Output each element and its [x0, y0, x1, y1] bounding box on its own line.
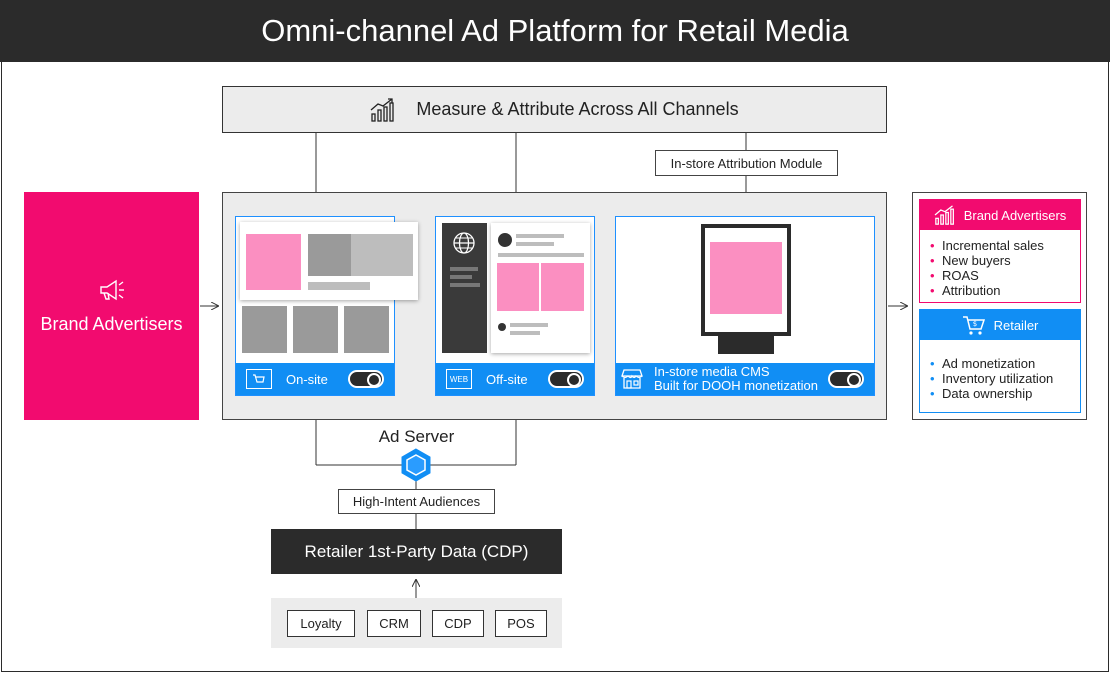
data-sources-box: Loyalty CRM CDP POS	[271, 598, 562, 648]
onsite-product-tile	[293, 306, 338, 353]
storefront-icon	[621, 369, 643, 389]
onsite-bar: On-site	[236, 363, 394, 395]
onsite-banner-ad	[246, 234, 301, 290]
brand-advertisers-label: Brand Advertisers	[40, 313, 183, 334]
source-pos: POS	[495, 610, 547, 637]
avatar	[498, 233, 512, 247]
list-item: Attribution	[930, 283, 1080, 298]
offsite-toggle[interactable]	[548, 370, 584, 388]
list-item: New buyers	[930, 253, 1080, 268]
onsite-image-block	[351, 234, 413, 276]
dooh-screen	[701, 224, 791, 336]
shopping-cart-window-icon	[246, 369, 272, 389]
offsite-ad-creative	[541, 263, 584, 311]
source-label: CRM	[379, 616, 409, 631]
onsite-product-tile	[242, 306, 287, 353]
instore-label-group: In-store media CMS Built for DOOH moneti…	[654, 365, 818, 393]
onsite-text-line	[308, 282, 370, 290]
cdp-label: Retailer 1st-Party Data (CDP)	[304, 541, 529, 561]
onsite-label: On-site	[286, 371, 328, 387]
instore-label: In-store media CMS	[654, 364, 770, 379]
source-cdp: CDP	[432, 610, 484, 637]
source-label: POS	[507, 616, 535, 631]
source-label: CDP	[444, 616, 472, 631]
high-intent-label: High-Intent Audiences	[352, 494, 481, 509]
offsite-bar: WEB Off-site	[436, 363, 594, 395]
brand-benefits-title: Brand Advertisers	[963, 207, 1067, 223]
ad-server-label: Ad Server	[350, 427, 483, 447]
instore-toggle[interactable]	[828, 370, 864, 388]
offsite-web-card	[491, 223, 590, 353]
source-crm: CRM	[367, 610, 421, 637]
brand-benefits-header: Brand Advertisers	[920, 200, 1080, 230]
offsite-sidebar	[442, 223, 487, 353]
instore-bar: In-store media CMS Built for DOOH moneti…	[616, 363, 874, 395]
offsite-panel: WEB Off-site	[435, 216, 595, 396]
instore-panel: In-store media CMS Built for DOOH moneti…	[615, 216, 875, 396]
retailer-benefits-header: $ Retailer	[920, 310, 1080, 340]
retailer-benefits-card: $ Retailer Ad monetization Inventory uti…	[919, 309, 1081, 413]
brand-advertisers-block: Brand Advertisers	[24, 192, 199, 420]
retailer-benefits-list: Ad monetization Inventory utilization Da…	[920, 340, 1080, 401]
shopping-cart-icon: $	[962, 316, 985, 335]
retailer-benefits-title: Retailer	[993, 317, 1039, 333]
ad-server-text: Ad Server	[378, 427, 455, 446]
brand-benefits-list: Incremental sales New buyers ROAS Attrib…	[920, 230, 1080, 298]
onsite-panel: On-site	[235, 216, 418, 396]
web-badge: WEB	[449, 374, 469, 384]
list-item: ROAS	[930, 268, 1080, 283]
onsite-toggle[interactable]	[348, 370, 384, 388]
list-item: Data ownership	[930, 386, 1080, 401]
list-item: Ad monetization	[930, 356, 1080, 371]
cdp-box: Retailer 1st-Party Data (CDP)	[271, 529, 562, 574]
source-loyalty: Loyalty	[287, 610, 355, 637]
source-label: Loyalty	[300, 616, 342, 631]
dooh-stand	[718, 336, 774, 354]
growth-chart-icon	[934, 205, 954, 225]
onsite-image-block	[308, 234, 351, 276]
brand-benefits-card: Brand Advertisers Incremental sales New …	[919, 199, 1081, 303]
svg-text:$: $	[972, 320, 976, 328]
instore-attribution-tag: In-store Attribution Module	[655, 150, 838, 176]
megaphone-icon	[99, 279, 124, 300]
offsite-ad-creative	[497, 263, 539, 311]
list-item: Incremental sales	[930, 238, 1080, 253]
globe-icon	[453, 232, 475, 254]
web-window-icon: WEB	[446, 369, 472, 389]
high-intent-audiences-tag: High-Intent Audiences	[338, 489, 495, 514]
benefits-box: Brand Advertisers Incremental sales New …	[912, 192, 1087, 420]
offsite-label: Off-site	[486, 371, 528, 387]
instore-sublabel: Built for DOOH monetization	[654, 378, 819, 393]
instore-attribution-label: In-store Attribution Module	[670, 155, 823, 171]
list-item: Inventory utilization	[930, 371, 1080, 386]
onsite-web-card	[240, 222, 418, 300]
onsite-product-tile	[344, 306, 389, 353]
dooh-ad-creative	[710, 242, 782, 314]
